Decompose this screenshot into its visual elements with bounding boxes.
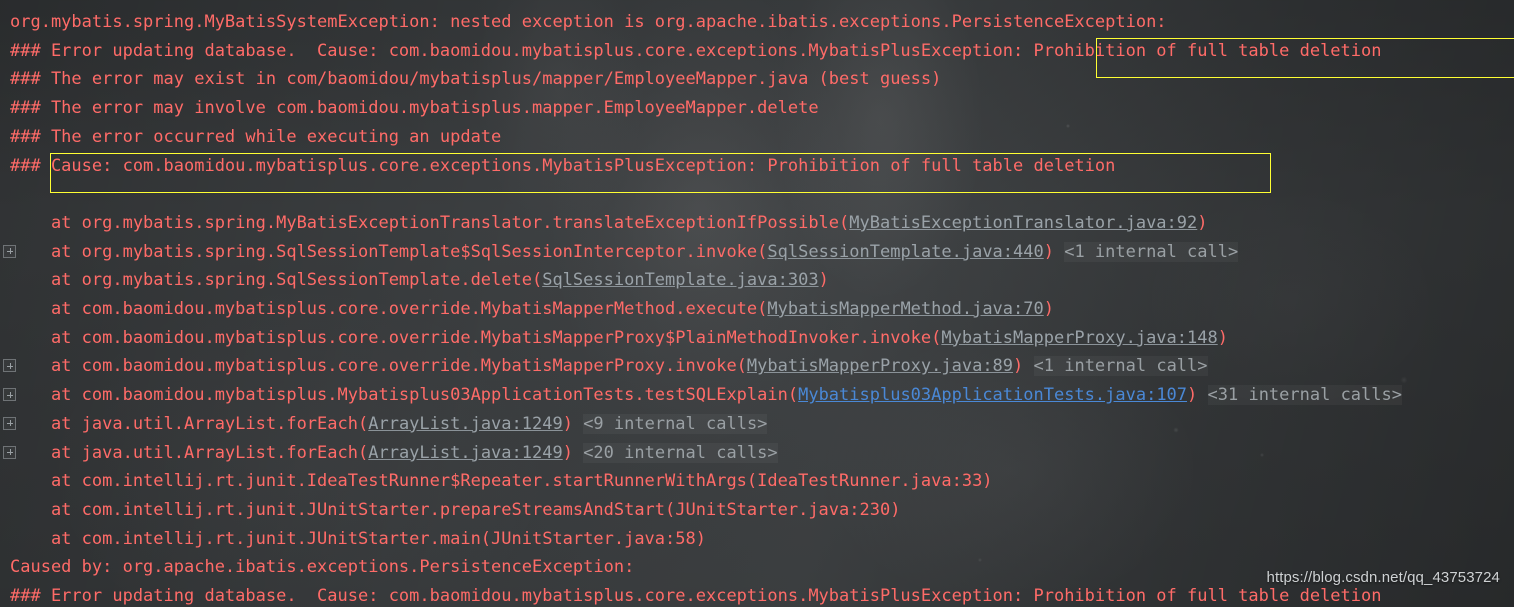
stack-trace-line: ### Cause: com.baomidou.mybatisplus.core…: [0, 152, 1115, 181]
stack-trace-line: at com.intellij.rt.junit.JUnitStarter.pr…: [0, 496, 901, 525]
library-file-link[interactable]: MyBatisExceptionTranslator.java:92: [849, 213, 1197, 233]
error-text: ): [818, 270, 829, 291]
error-text: Caused by: org.apache.ibatis.exceptions.…: [10, 557, 635, 578]
error-text: at com.baomidou.mybatisplus.core.overrid…: [10, 299, 768, 319]
error-text: ): [1043, 241, 1065, 262]
error-text: org.mybatis.spring.MyBatisSystemExceptio…: [10, 12, 1167, 32]
error-text: at com.baomidou.mybatisplus.Mybatisplus0…: [10, 385, 799, 406]
stack-trace-line: ### Error updating database. Cause: com.…: [0, 37, 1381, 66]
error-text: at com.intellij.rt.junit.JUnitStarter.pr…: [10, 499, 901, 520]
stack-trace-line: org.mybatis.spring.MyBatisSystemExceptio…: [0, 8, 1167, 37]
error-text: ): [1187, 385, 1208, 406]
internal-calls-badge: <31 internal calls>: [1207, 385, 1402, 406]
stack-trace-line: at com.baomidou.mybatisplus.core.overrid…: [0, 295, 1054, 324]
error-text: at com.intellij.rt.junit.JUnitStarter.ma…: [10, 528, 706, 549]
internal-calls-badge: <20 internal calls>: [583, 442, 778, 463]
library-file-link[interactable]: MybatisMapperMethod.java:70: [767, 299, 1043, 319]
stack-trace-line: at com.intellij.rt.junit.IdeaTestRunner$…: [0, 467, 993, 496]
error-text: at com.baomidou.mybatisplus.core.overrid…: [10, 356, 747, 377]
watermark-text: https://blog.csdn.net/qq_43753724: [1266, 569, 1500, 587]
console-output-panel[interactable]: org.mybatis.spring.MyBatisSystemExceptio…: [0, 0, 1514, 607]
library-file-link[interactable]: SqlSessionTemplate.java:303: [542, 270, 818, 290]
library-file-link[interactable]: ArrayList.java:1249: [368, 443, 562, 463]
internal-calls-badge: <9 internal calls>: [583, 413, 768, 434]
library-file-link[interactable]: MybatisMapperProxy.java:148: [941, 328, 1217, 348]
error-text: ### The error occurred while executing a…: [10, 126, 502, 147]
error-text: at java.util.ArrayList.forEach(: [10, 413, 369, 434]
stack-trace-line: at java.util.ArrayList.forEach(ArrayList…: [0, 410, 768, 439]
error-text: at org.mybatis.spring.SqlSessionTemplate…: [10, 241, 768, 262]
error-text: at com.intellij.rt.junit.IdeaTestRunner$…: [10, 471, 993, 492]
error-text: ### Error updating database. Cause: com.…: [10, 40, 1382, 61]
error-text: ): [562, 442, 584, 463]
stack-trace-line: at org.mybatis.spring.SqlSessionTemplate…: [0, 238, 1239, 267]
stack-trace-line: ### Error updating database. Cause: com.…: [0, 582, 1381, 607]
error-text: at java.util.ArrayList.forEach(: [10, 442, 369, 463]
library-file-link[interactable]: SqlSessionTemplate.java:440: [767, 242, 1043, 262]
error-text: ### The error may exist in com/baomidou/…: [10, 69, 942, 90]
stack-trace-line: at com.baomidou.mybatisplus.core.overrid…: [0, 324, 1228, 353]
stack-trace-line: at com.baomidou.mybatisplus.Mybatisplus0…: [0, 381, 1402, 410]
stack-trace-line: at java.util.ArrayList.forEach(ArrayList…: [0, 439, 778, 468]
error-text: ): [1013, 356, 1034, 377]
stack-trace-line: at com.intellij.rt.junit.JUnitStarter.ma…: [0, 525, 706, 554]
stack-trace-line: ### The error may involve com.baomidou.m…: [0, 94, 819, 123]
stack-trace-line: Caused by: org.apache.ibatis.exceptions.…: [0, 553, 634, 582]
error-text: ): [562, 413, 584, 434]
error-text: at com.baomidou.mybatisplus.core.overrid…: [10, 327, 942, 348]
error-text: ### The error may involve com.baomidou.m…: [10, 98, 819, 119]
error-text: ): [1217, 327, 1228, 348]
stack-trace-line: ### The error may exist in com/baomidou/…: [0, 65, 941, 94]
error-text: ): [1197, 212, 1208, 233]
library-file-link[interactable]: MybatisMapperProxy.java:89: [747, 356, 1013, 376]
error-text: at org.mybatis.spring.MyBatisExceptionTr…: [10, 212, 850, 233]
error-text: ### Error updating database. Cause: com.…: [10, 586, 1382, 606]
stack-trace-line: [0, 180, 10, 209]
error-text: ): [1043, 299, 1054, 319]
library-file-link[interactable]: ArrayList.java:1249: [368, 414, 562, 434]
stack-trace-line: at org.mybatis.spring.SqlSessionTemplate…: [0, 266, 829, 295]
error-text: ### Cause: com.baomidou.mybatisplus.core…: [10, 155, 1116, 176]
source-file-link[interactable]: Mybatisplus03ApplicationTests.java:107: [798, 385, 1187, 405]
stack-trace-line: at org.mybatis.spring.MyBatisExceptionTr…: [0, 209, 1208, 238]
error-text: at org.mybatis.spring.SqlSessionTemplate…: [10, 270, 543, 291]
internal-calls-badge: <1 internal call>: [1033, 356, 1208, 377]
stack-trace-line: ### The error occurred while executing a…: [0, 123, 501, 152]
stack-trace-line: at com.baomidou.mybatisplus.core.overrid…: [0, 352, 1208, 381]
internal-calls-badge: <1 internal call>: [1064, 241, 1239, 262]
